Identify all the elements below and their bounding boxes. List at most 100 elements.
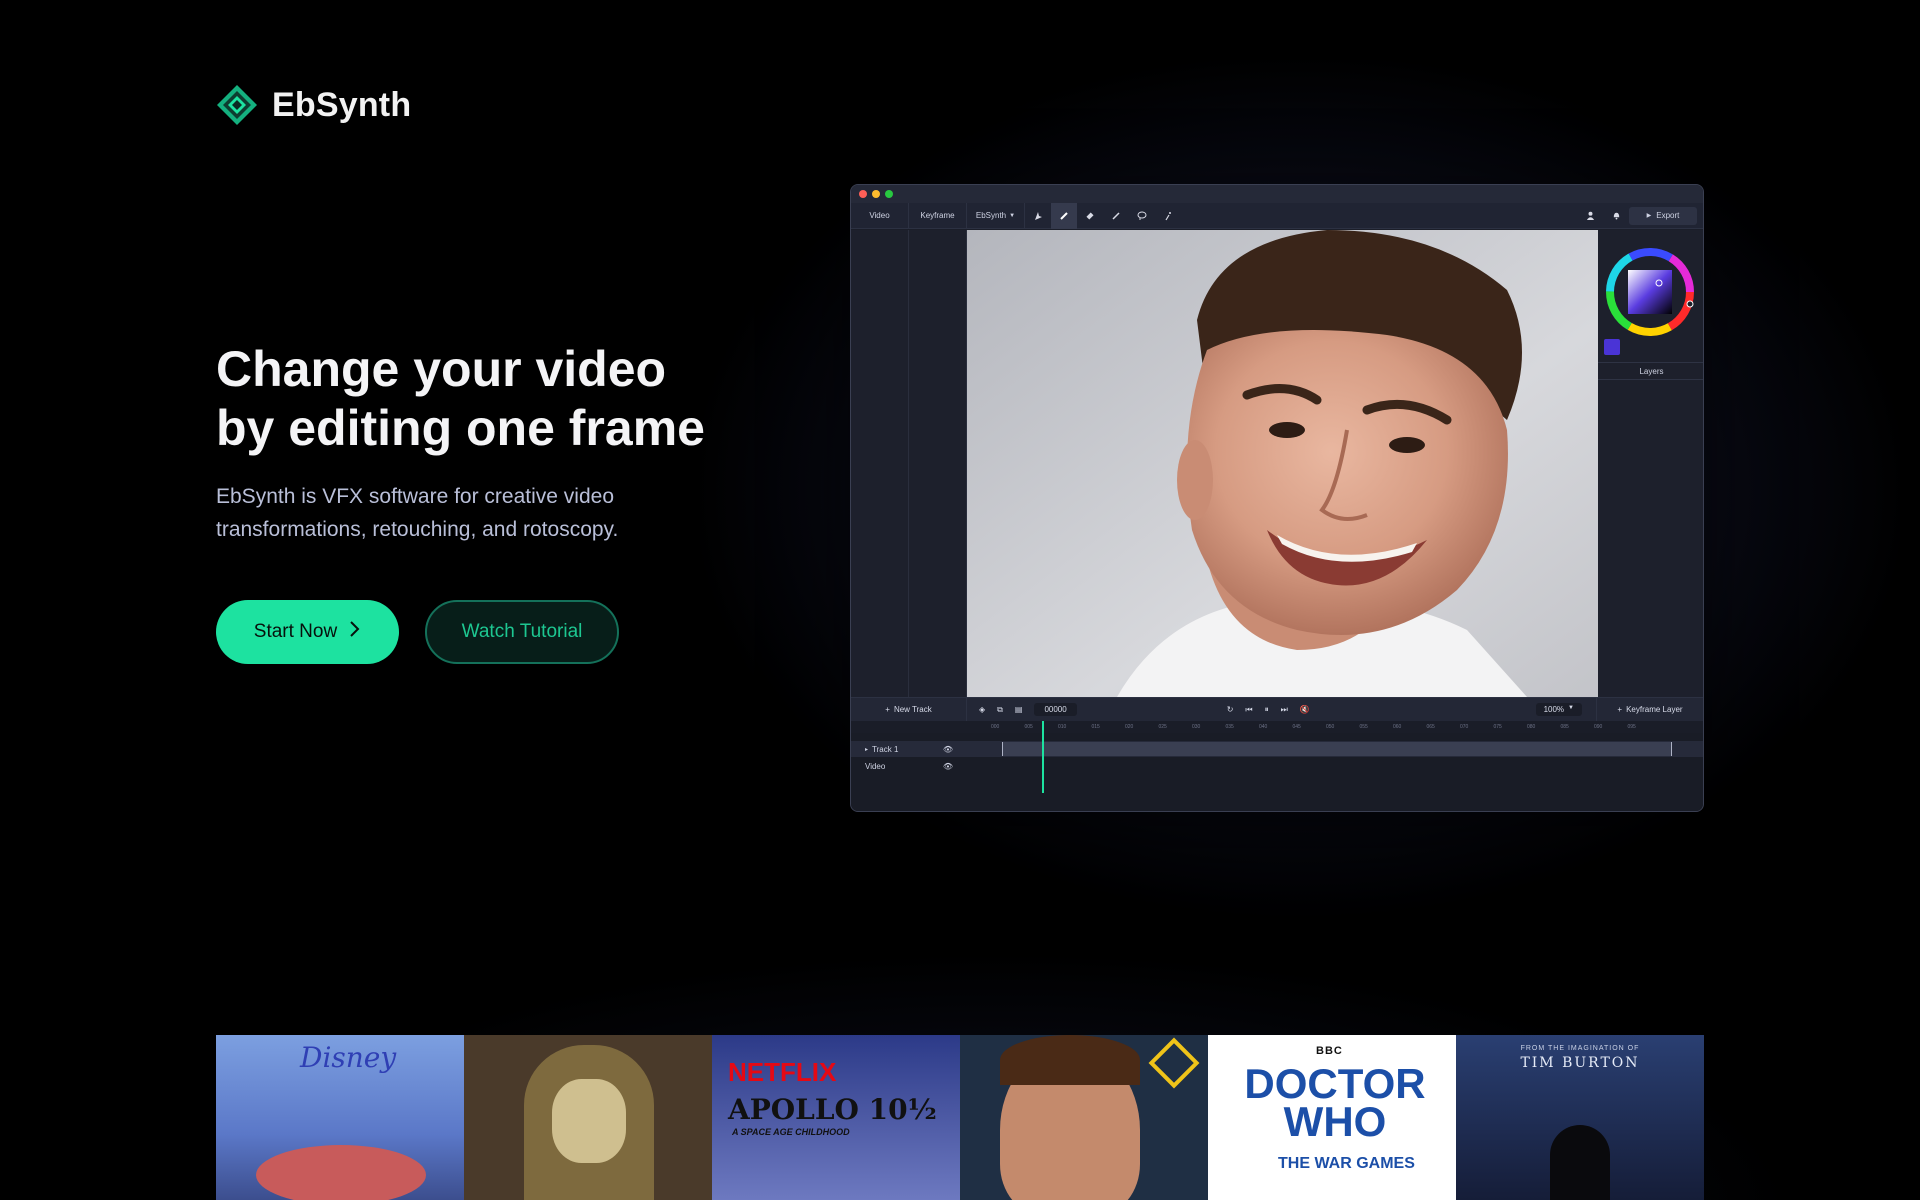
playhead[interactable] — [1042, 721, 1044, 793]
timeline-ruler[interactable]: 000 005 010 015 020 025 030 035 040 045 050 055 060 0… — [851, 721, 1703, 733]
color-swatch[interactable] — [1604, 339, 1620, 355]
close-dot-icon — [859, 190, 867, 198]
magic-wand-icon[interactable] — [1155, 203, 1181, 229]
new-track-label: New Track — [893, 705, 932, 714]
logo-diamond-icon — [216, 84, 258, 126]
trash-icon[interactable]: ▤ — [1015, 705, 1023, 714]
ruler-tick-label: 010 — [1058, 724, 1067, 730]
poster-strip: Disney NETFLIX APOLLO 10½ A SPACE AGE CH… — [216, 1035, 1704, 1200]
color-wheel[interactable] — [1604, 246, 1696, 338]
video-track-label: Video — [865, 761, 886, 771]
pen-icon[interactable] — [1103, 203, 1129, 229]
poster-disney[interactable]: Disney — [216, 1035, 464, 1200]
poster-badge-icon — [1148, 1037, 1200, 1089]
pointer-icon[interactable] — [1025, 203, 1051, 229]
poster-wednesday-title: TIM BURTON — [1520, 1055, 1640, 1071]
eye-icon[interactable]: 👁 — [943, 762, 953, 771]
ruler-tick-label: 060 — [1393, 724, 1402, 730]
track-row-1[interactable]: ▸ Track 1 👁 — [851, 741, 1703, 757]
poster-doctor-who[interactable]: BBC DOCTOR WHO THE WAR GAMES — [1208, 1035, 1456, 1200]
export-label: Export — [1656, 211, 1680, 220]
ruler-tick-label: 080 — [1527, 724, 1536, 730]
poster-monk-face — [552, 1079, 626, 1163]
chevron-right-icon — [349, 620, 361, 644]
mute-icon[interactable]: 🔇 — [1300, 705, 1310, 715]
skip-forward-icon[interactable]: ⏭ — [1281, 705, 1288, 715]
poster-netflix-label: NETFLIX — [728, 1057, 837, 1087]
compare-icon[interactable]: ⧉ — [997, 705, 1003, 715]
ruler-tick-label: 030 — [1192, 724, 1201, 730]
chevron-right-icon: ▸ — [865, 746, 869, 753]
skip-back-icon[interactable]: ⏮ — [1245, 705, 1252, 715]
tab-ebsynth[interactable]: EbSynth ▼ — [967, 202, 1025, 229]
ruler-tick-label: 040 — [1259, 724, 1268, 730]
brush-icon[interactable] — [1051, 202, 1077, 229]
track-row-video[interactable]: Video 👁 — [851, 758, 1703, 774]
ruler-tick-label: 085 — [1560, 724, 1569, 730]
hero-subtitle: EbSynth is VFX software for creative vid… — [216, 485, 619, 541]
loop-icon[interactable]: ↻ — [1227, 705, 1234, 715]
poster-spiderman-hair — [1000, 1035, 1140, 1085]
ruler-tick-label: 020 — [1125, 724, 1134, 730]
timeline-controls: + New Track ◈ ⧉ ▤ 00000 ↻ ⏮ ⏸ ⏭ 🔇 100% ▼… — [851, 697, 1703, 722]
poster-wednesday-tagline: FROM THE IMAGINATION OF — [1520, 1045, 1640, 1052]
bell-icon[interactable] — [1603, 203, 1629, 229]
right-panel: Layers — [1598, 230, 1703, 697]
poster-wednesday[interactable]: FROM THE IMAGINATION OF TIM BURTON — [1456, 1035, 1704, 1200]
start-now-button[interactable]: Start Now — [216, 600, 399, 664]
poster-apollo-subtitle: A SPACE AGE CHILDHOOD — [732, 1127, 850, 1137]
zoom-value: 100% — [1543, 705, 1565, 714]
poster-apollo[interactable]: NETFLIX APOLLO 10½ A SPACE AGE CHILDHOOD — [712, 1035, 960, 1200]
poster-doctor-who-title: DOCTOR WHO — [1244, 1060, 1426, 1145]
lasso-icon[interactable] — [1129, 203, 1155, 229]
poster-wednesday-figure — [1550, 1125, 1610, 1200]
track-1-label: Track 1 — [872, 744, 899, 754]
poster-spiderman[interactable] — [960, 1035, 1208, 1200]
playback-controls: ↻ ⏮ ⏸ ⏭ 🔇 — [1227, 705, 1310, 715]
app-window-mockup: Video Keyframe EbSynth ▼ ▶ Export Layers… — [850, 184, 1704, 812]
logo-text: EbSynth — [272, 85, 412, 124]
keyframe-layer-button[interactable]: + Keyframe Layer — [1596, 697, 1703, 722]
app-toolbar: Video Keyframe EbSynth ▼ ▶ Export — [851, 202, 1703, 229]
ruler-tick-label: 000 — [991, 724, 1000, 730]
plus-icon: + — [885, 705, 890, 714]
left-panel — [851, 230, 909, 697]
poster-bbc-label: BBC — [1316, 1045, 1343, 1057]
frame-counter[interactable]: 00000 — [1034, 703, 1077, 716]
play-icon: ▶ — [1646, 213, 1652, 219]
hero-title: Change your video by editing one frame — [216, 340, 776, 458]
poster-monk[interactable] — [464, 1035, 712, 1200]
hero-title-line2: by editing one frame — [216, 400, 705, 456]
video-canvas[interactable] — [967, 230, 1598, 697]
ruler-tick-label: 050 — [1326, 724, 1335, 730]
layers-header: Layers — [1598, 362, 1703, 380]
track-1-clip[interactable] — [1002, 742, 1672, 756]
eraser-icon[interactable] — [1077, 203, 1103, 229]
chevron-down-icon: ▼ — [1568, 705, 1574, 711]
ruler-tick-label: 025 — [1158, 724, 1167, 730]
start-now-label: Start Now — [253, 621, 338, 642]
ruler-tick-label: 070 — [1460, 724, 1469, 730]
video-track-header: Video 👁 — [851, 762, 967, 771]
new-track-button[interactable]: + New Track — [851, 697, 967, 722]
plus-icon: + — [1617, 705, 1623, 714]
watch-tutorial-button[interactable]: Watch Tutorial — [425, 600, 619, 664]
ruler-tick-label: 095 — [1627, 724, 1636, 730]
tab-keyframe[interactable]: Keyframe — [909, 202, 967, 229]
maximize-dot-icon — [885, 190, 893, 198]
pause-icon[interactable]: ⏸ — [1265, 705, 1269, 715]
poster-disney-label: Disney — [300, 1041, 397, 1074]
minimize-dot-icon — [872, 190, 880, 198]
ruler-tick-label: 055 — [1359, 724, 1368, 730]
user-icon[interactable] — [1577, 203, 1603, 229]
poster-doctor-who-subtitle: THE WAR GAMES — [1278, 1155, 1415, 1172]
ruler-tick-label: 015 — [1091, 724, 1100, 730]
ruler-tick-label: 035 — [1225, 724, 1234, 730]
zoom-select[interactable]: 100% ▼ — [1535, 703, 1582, 716]
tab-ebsynth-label: EbSynth — [975, 211, 1007, 220]
keyframe-icon[interactable]: ◈ — [979, 705, 985, 714]
logo[interactable]: EbSynth — [216, 84, 411, 126]
export-button[interactable]: ▶ Export — [1629, 206, 1697, 225]
eye-icon[interactable]: 👁 — [943, 745, 953, 754]
tab-video[interactable]: Video — [851, 202, 909, 229]
